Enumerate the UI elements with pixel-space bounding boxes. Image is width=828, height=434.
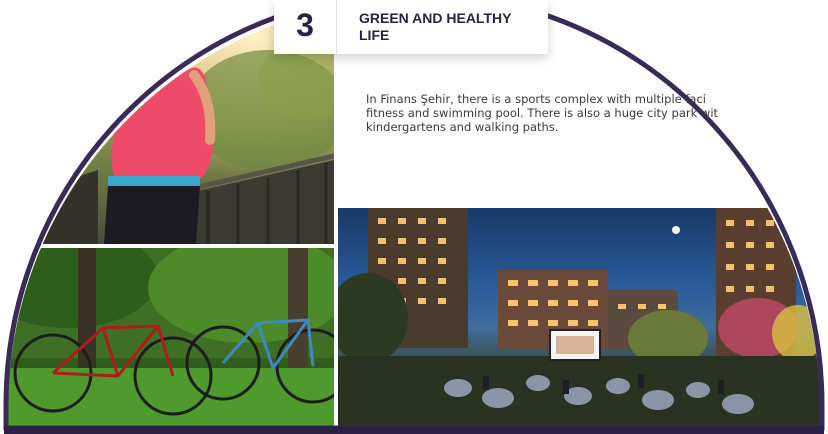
photo-collage xyxy=(8,0,820,426)
step-number: 3 xyxy=(274,0,337,54)
night-scene-illustration xyxy=(338,208,820,426)
photo-outdoor-cinema xyxy=(338,208,820,426)
description-text: In Finans Şehir, there is a sports compl… xyxy=(366,92,719,134)
bicycles-illustration xyxy=(8,248,334,426)
step-header-card: 3 GREEN AND HEALTHY LIFE xyxy=(274,0,548,54)
divider-vertical xyxy=(334,0,338,426)
step-title: GREEN AND HEALTHY LIFE xyxy=(359,10,512,43)
photo-bicycles xyxy=(8,248,334,426)
divider-horizontal xyxy=(8,244,334,248)
slide: In Finans Şehir, there is a sports compl… xyxy=(0,0,828,434)
